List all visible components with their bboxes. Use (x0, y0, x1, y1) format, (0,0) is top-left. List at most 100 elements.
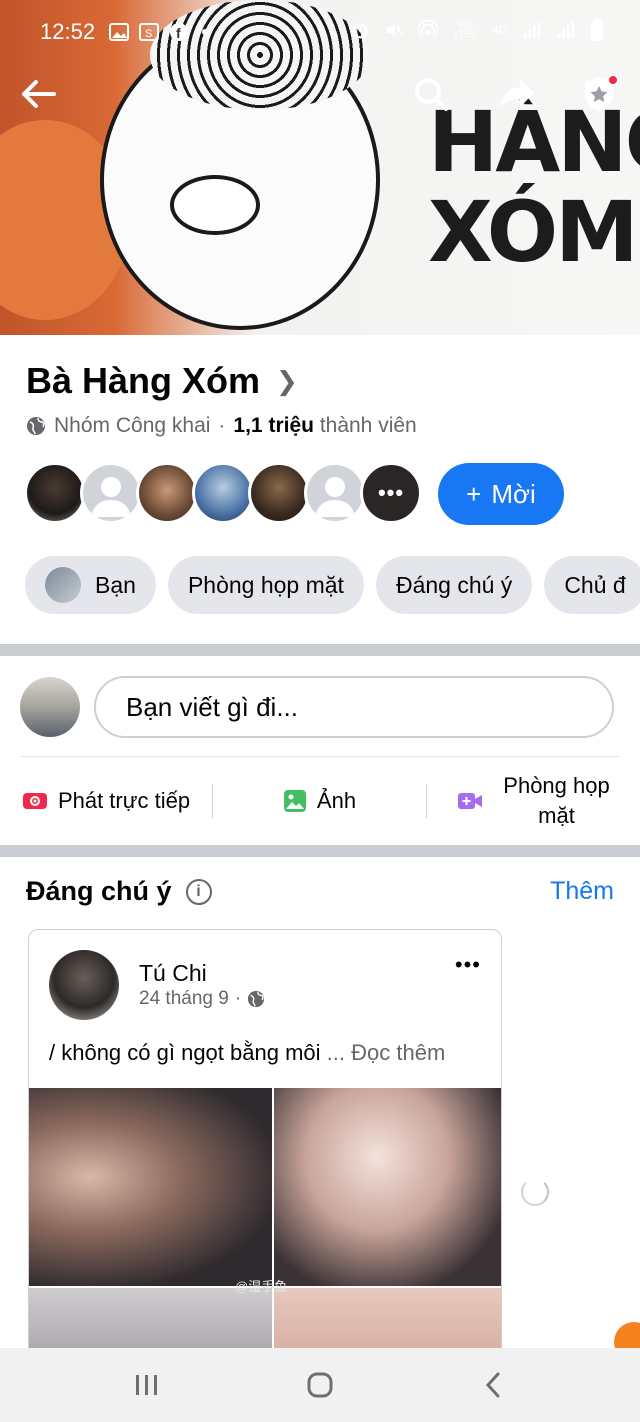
group-meta: Nhóm Công khai · 1,1 triệu thành viên (26, 414, 417, 438)
mute-icon (386, 23, 403, 37)
status-bar: 12:52 S f Vo) LTE1 4G (0, 0, 640, 64)
chip-featured[interactable]: Đáng chú ý (375, 556, 533, 614)
see-more-link[interactable]: Thêm (550, 877, 614, 906)
recent-apps-button[interactable] (117, 1355, 177, 1415)
post-author-avatar[interactable] (49, 950, 119, 1020)
more-members-button[interactable]: ••• (360, 462, 422, 524)
svg-text:f: f (176, 25, 181, 41)
share-icon (500, 79, 534, 109)
avatar[interactable] (136, 462, 198, 524)
cover-character-mouth (170, 175, 260, 235)
sim-icon: S (139, 23, 160, 41)
hotspot-icon (417, 19, 438, 38)
default-user-icon (315, 477, 355, 517)
member-count: 1,1 triệu (233, 414, 314, 437)
live-video-icon (22, 793, 47, 809)
group-cover-photo[interactable]: HÀNG XÓM Đ 12:52 S f Vo) LTE1 4G (0, 0, 640, 335)
photo-label: Ảnh (316, 788, 357, 813)
home-button[interactable] (290, 1355, 350, 1415)
loading-spinner-icon (521, 1178, 549, 1206)
signal2-icon (557, 21, 575, 39)
room-video-icon (458, 793, 483, 809)
svg-text:S: S (145, 28, 152, 40)
group-name[interactable]: Bà Hàng Xóm ❯ (26, 360, 298, 402)
avatar-placeholder[interactable] (304, 462, 366, 524)
admin-tools-button[interactable] (575, 70, 623, 118)
my-avatar[interactable] (20, 677, 80, 737)
globe-icon (27, 417, 45, 435)
group-privacy: Nhóm Công khai (54, 414, 211, 437)
post-ellipsis: ... (326, 1040, 345, 1065)
section-divider (0, 644, 640, 656)
post-photo[interactable] (29, 1088, 272, 1286)
invite-button[interactable]: + Mời (438, 463, 564, 525)
network-label: 4G (491, 23, 508, 37)
avatar[interactable] (248, 462, 310, 524)
back-button[interactable] (14, 70, 62, 118)
default-user-icon (91, 477, 131, 517)
search-button[interactable] (407, 70, 455, 118)
more-dots-icon: ••• (377, 480, 405, 505)
room-button[interactable]: Phòng họp mặt (427, 771, 640, 831)
featured-post-card[interactable]: Tú Chi 24 tháng 9 · ••• / không có gì ng… (28, 929, 502, 1359)
composer-input[interactable]: Bạn viết gì đi... (94, 676, 614, 738)
gallery-icon (109, 23, 130, 41)
recent-apps-icon (135, 1375, 157, 1395)
avatar[interactable] (192, 462, 254, 524)
composer-divider (20, 756, 620, 757)
chip-friends[interactable]: Bạn (25, 556, 156, 614)
alarm-icon (352, 23, 368, 39)
chip-label: Phòng họp mặt (187, 571, 344, 598)
chevron-right-icon: ❯ (276, 365, 298, 396)
post-text: / không có gì ngọt bằng môi ... Đọc thêm (49, 1040, 445, 1066)
post-date: 24 tháng 9 (139, 988, 229, 1009)
member-label: thành viên (319, 414, 417, 437)
notification-dot-icon (202, 29, 209, 35)
composer-actions: Phát trực tiếp Ảnh Phòng họp mặt (0, 770, 640, 832)
composer-placeholder: Bạn viết gì đi... (126, 691, 298, 722)
status-time: 12:52 (40, 19, 96, 44)
chip-label: Đáng chú ý (395, 571, 513, 598)
post-photo[interactable] (274, 1088, 501, 1286)
post-meta: 24 tháng 9 · (139, 988, 265, 1010)
member-avatars[interactable]: ••• (24, 462, 422, 524)
battery-icon (591, 18, 603, 41)
share-button[interactable] (493, 70, 541, 118)
search-icon (415, 78, 448, 111)
chip-rooms[interactable]: Phòng họp mặt (167, 556, 364, 614)
group-name-text: Bà Hàng Xóm (26, 360, 261, 401)
photo-icon (283, 790, 306, 812)
chip-label: Bạn (95, 571, 136, 598)
info-icon[interactable]: i (185, 878, 212, 905)
globe-icon (248, 990, 265, 1008)
section-divider (0, 845, 640, 857)
photo-watermark: @湿手鱼 (235, 1279, 288, 1294)
chip-label: Chủ đ (564, 571, 626, 598)
back-nav-button[interactable] (463, 1355, 523, 1415)
cover-title-line2: XÓM Đ (428, 183, 639, 281)
room-label-2: mặt (538, 803, 575, 828)
featured-title: Đáng chú ý (26, 876, 172, 906)
system-navigation-bar (0, 1348, 640, 1422)
room-label-1: Phòng họp (503, 773, 610, 798)
post-more-options-icon[interactable]: ••• (455, 952, 481, 978)
post-author-name[interactable]: Tú Chi (139, 960, 207, 987)
avatar-placeholder[interactable] (80, 462, 142, 524)
home-icon (307, 1372, 333, 1398)
avatar[interactable] (24, 462, 86, 524)
featured-heading: Đáng chú ý i (26, 876, 212, 907)
group-tabs: Bạn Phòng họp mặt Đáng chú ý Chủ đ (25, 556, 640, 614)
live-button[interactable]: Phát trực tiếp (0, 788, 212, 814)
photo-button[interactable]: Ảnh (213, 788, 426, 814)
post-body: / không có gì ngọt bằng môi (49, 1040, 321, 1065)
back-chevron-icon (486, 1372, 500, 1398)
signal-icon (523, 21, 541, 39)
facebook-icon: f (170, 23, 189, 41)
chip-topics[interactable]: Chủ đ (544, 556, 640, 614)
arrow-left-icon (22, 80, 56, 108)
read-more-link[interactable]: Đọc thêm (351, 1040, 445, 1065)
friends-avatar (45, 567, 81, 603)
notification-badge (607, 74, 619, 86)
invite-label: Mời (491, 478, 536, 509)
meta-separator: · (218, 414, 226, 437)
